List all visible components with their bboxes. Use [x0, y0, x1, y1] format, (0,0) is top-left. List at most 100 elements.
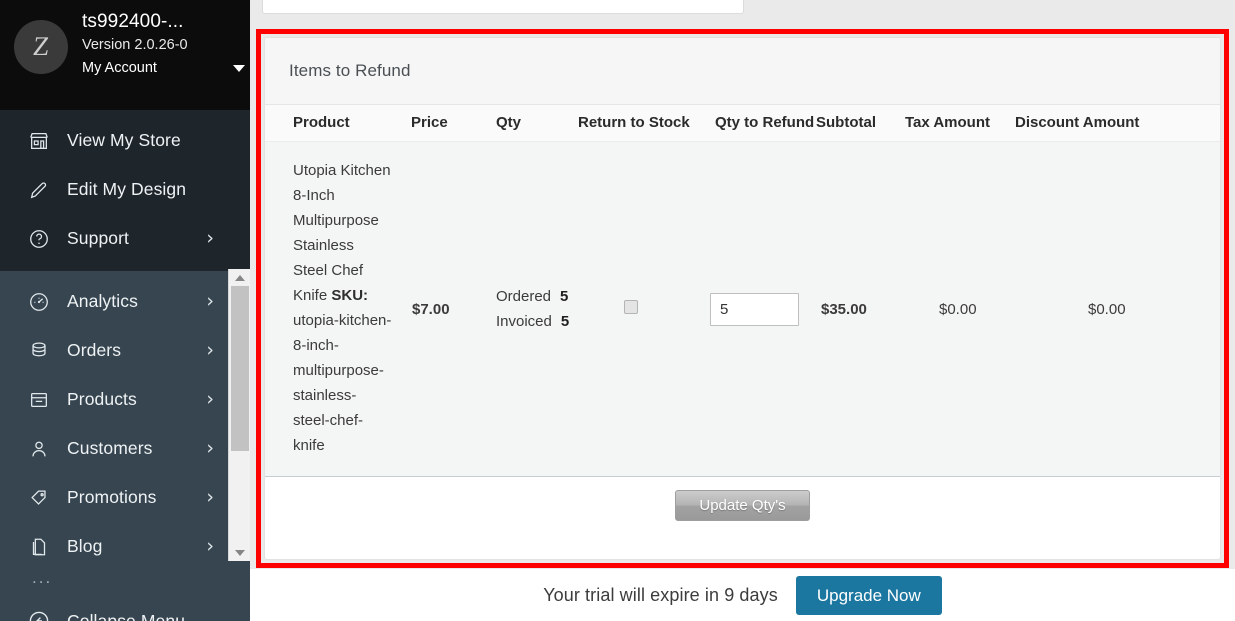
my-account-label: My Account — [82, 60, 157, 76]
account-block[interactable]: Z ts992400-... Version 2.0.26-0 My Accou… — [0, 0, 250, 79]
gauge-icon — [26, 289, 52, 315]
qty-to-refund-input[interactable] — [710, 292, 799, 326]
return-to-stock-checkbox[interactable] — [624, 300, 638, 314]
sidebar-item-analytics[interactable]: Analytics › — [0, 277, 250, 326]
question-circle-icon — [26, 226, 52, 252]
cell-qty: Ordered 5 Invoiced 5 — [482, 141, 569, 476]
sidebar-item-view-my-store[interactable]: View My Store — [0, 116, 250, 165]
database-icon — [26, 338, 52, 364]
sidebar-overflow-dots: ... — [32, 568, 53, 587]
column-header-qty: Qty — [482, 105, 564, 142]
chevron-right-icon: › — [206, 486, 214, 508]
sidebar-item-label: Edit My Design — [67, 179, 187, 199]
sidebar-item-customers[interactable]: Customers › — [0, 424, 250, 473]
sidebar-item-products[interactable]: Products › — [0, 375, 250, 424]
column-header-truncated — [1155, 105, 1220, 142]
table-row: Utopia Kitchen 8-Inch Multipurpose Stain… — [265, 141, 1220, 476]
qty-invoiced-label: Invoiced — [496, 313, 552, 330]
column-header-product: Product — [265, 105, 398, 142]
sidebar-item-label: View My Store — [67, 130, 181, 150]
pages-icon — [26, 534, 52, 560]
avatar-initial: Z — [31, 31, 51, 61]
sidebar-item-label: Products — [67, 389, 137, 409]
sidebar-secondary-group: Analytics › Orders › Products › Customer… — [0, 271, 250, 621]
sidebar-item-support[interactable]: Support › — [0, 214, 250, 263]
panel-footer: Update Qty's — [265, 477, 1220, 533]
sidebar-item-label: Customers — [67, 438, 153, 458]
chevron-right-icon: › — [206, 290, 214, 312]
column-header-price: Price — [398, 105, 482, 142]
main-content: Items to Refund Product Price Qty Return… — [250, 0, 1235, 621]
sku-value: utopia-kitchen-8-inch-multipurpose-stain… — [293, 312, 392, 454]
avatar: Z — [14, 19, 68, 74]
account-version: Version 2.0.26-0 — [82, 37, 188, 53]
column-header-return-to-stock: Return to Stock — [564, 105, 703, 142]
arrow-left-circle-icon — [26, 608, 52, 621]
trial-banner: Your trial will expire in 9 days Upgrade… — [250, 569, 1235, 621]
cell-price: $7.00 — [398, 141, 482, 476]
cell-product: Utopia Kitchen 8-Inch Multipurpose Stain… — [265, 141, 398, 476]
account-text: ts992400-... Version 2.0.26-0 My Account — [82, 10, 250, 79]
update-qtys-button[interactable]: Update Qty's — [675, 490, 810, 521]
page-title: Items to Refund — [289, 61, 411, 80]
account-name: ts992400-... — [82, 11, 184, 32]
column-header-subtotal: Subtotal — [804, 105, 896, 142]
trial-message: Your trial will expire in 9 days — [543, 585, 778, 605]
cell-discount-amount: $0.00 — [1005, 141, 1155, 476]
collapse-menu-label: Collapse Menu — [67, 610, 186, 621]
items-to-refund-panel: Items to Refund Product Price Qty Return… — [264, 37, 1221, 560]
table-body: Utopia Kitchen 8-Inch Multipurpose Stain… — [265, 141, 1220, 476]
cell-truncated — [1155, 141, 1220, 476]
sidebar: Z ts992400-... Version 2.0.26-0 My Accou… — [0, 0, 250, 621]
cell-tax-amount: $0.00 — [896, 141, 1005, 476]
box-icon — [26, 387, 52, 413]
table-header: Product Price Qty Return to Stock Qty to… — [265, 105, 1220, 142]
sidebar-item-label: Analytics — [67, 291, 138, 311]
sidebar-account-header: Z ts992400-... Version 2.0.26-0 My Accou… — [0, 0, 250, 110]
person-icon — [26, 436, 52, 462]
qty-ordered-value: 5 — [560, 288, 569, 305]
sidebar-primary-group: View My Store Edit My Design Support › — [0, 110, 250, 271]
sidebar-item-label: Promotions — [67, 487, 157, 507]
sidebar-item-blog[interactable]: Blog › — [0, 522, 250, 571]
qty-invoiced-value: 5 — [560, 313, 570, 330]
column-header-discount-amount: Discount Amount — [1005, 105, 1155, 142]
items-to-refund-table: Product Price Qty Return to Stock Qty to… — [265, 105, 1220, 476]
chevron-right-icon: › — [206, 437, 214, 459]
pencil-icon — [26, 177, 52, 203]
table-bottom-divider — [265, 476, 1220, 477]
partial-top-panel — [262, 0, 744, 14]
panel-header: Items to Refund — [265, 38, 1220, 105]
sidebar-item-label: Orders — [67, 340, 122, 360]
column-header-qty-to-refund: Qty to Refund — [703, 105, 814, 142]
product-name: Utopia Kitchen 8-Inch Multipurpose Stain… — [293, 162, 391, 304]
sidebar-item-promotions[interactable]: Promotions › — [0, 473, 250, 522]
chevron-right-icon: › — [206, 227, 214, 249]
scroll-down-arrow-icon[interactable] — [229, 544, 250, 561]
sku-label: SKU: — [331, 287, 369, 304]
cell-subtotal: $35.00 — [804, 141, 896, 476]
app-root: Z ts992400-... Version 2.0.26-0 My Accou… — [0, 0, 1235, 621]
sidebar-item-edit-my-design[interactable]: Edit My Design — [0, 165, 250, 214]
chevron-down-icon — [233, 64, 245, 72]
upgrade-now-button[interactable]: Upgrade Now — [795, 576, 942, 615]
column-header-tax-amount: Tax Amount — [896, 105, 1005, 142]
sidebar-item-label: Support — [67, 228, 129, 248]
refund-table-wrapper: Product Price Qty Return to Stock Qty to… — [265, 105, 1220, 477]
scroll-up-arrow-icon[interactable] — [229, 269, 250, 286]
sidebar-item-label: Blog — [67, 536, 103, 556]
scrollbar-thumb[interactable] — [231, 286, 249, 451]
my-account-row[interactable]: My Account — [82, 57, 250, 79]
sidebar-item-orders[interactable]: Orders › — [0, 326, 250, 375]
cell-return-to-stock — [564, 141, 703, 476]
chevron-right-icon: › — [206, 388, 214, 410]
chevron-right-icon: › — [206, 339, 214, 361]
sidebar-scrollbar[interactable] — [228, 269, 250, 561]
store-icon — [26, 128, 52, 154]
table-header-row: Product Price Qty Return to Stock Qty to… — [265, 105, 1220, 142]
collapse-menu-button[interactable]: Collapse Menu — [0, 595, 250, 621]
cell-qty-to-refund — [703, 141, 804, 476]
qty-ordered-label: Ordered — [496, 288, 552, 305]
chevron-right-icon: › — [206, 535, 214, 557]
tag-icon — [26, 485, 52, 511]
